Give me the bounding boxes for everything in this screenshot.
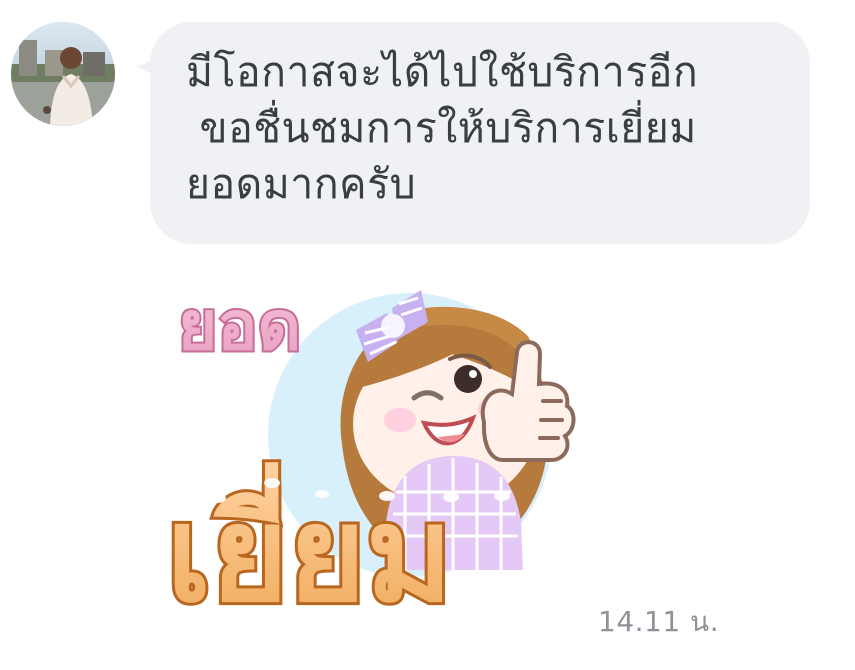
- profile-photo-avatar-icon: [11, 22, 115, 126]
- sticker-image[interactable]: ยอด เยี่ยม: [160, 270, 590, 630]
- sender-avatar[interactable]: [11, 22, 115, 126]
- sticker-open-eye: [454, 365, 482, 393]
- sticker-bottom-word: เยี่ยม: [166, 461, 453, 630]
- message-timestamp: 14.11 น.: [598, 605, 720, 638]
- message-bubble[interactable]: มีโอกาสจะได้ไปใช้บริการอีก ขอชื่นชมการให…: [150, 22, 810, 244]
- sticker-top-word: ยอด: [178, 287, 301, 365]
- message-text: มีโอกาสจะได้ไปใช้บริการอีก ขอชื่นชมการให…: [186, 48, 699, 208]
